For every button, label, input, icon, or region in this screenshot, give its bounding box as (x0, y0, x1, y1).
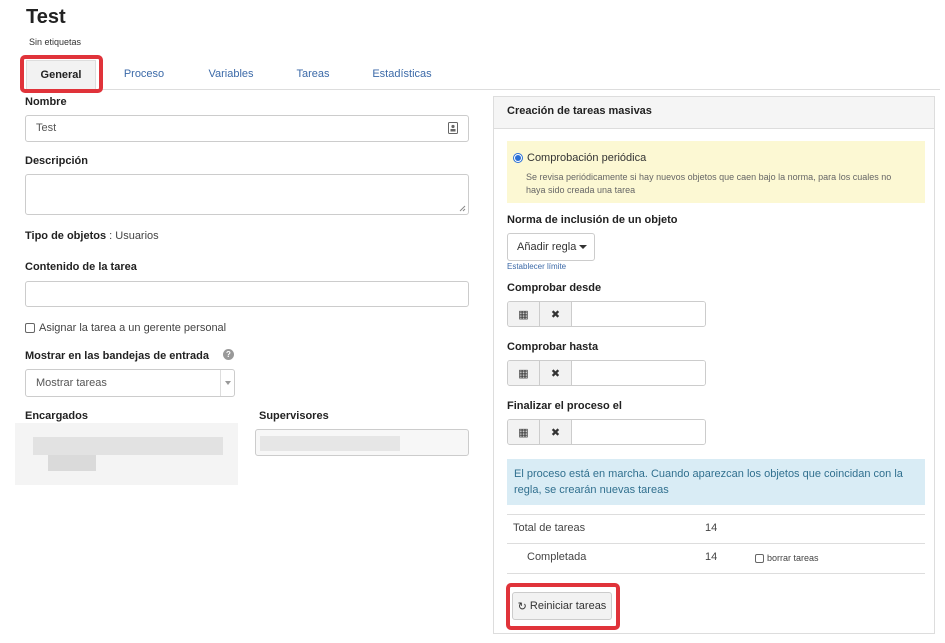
resize-handle-icon[interactable] (459, 205, 466, 212)
tab-variables[interactable]: Variables (198, 60, 264, 90)
delete-tasks-label: borrar tareas (767, 553, 819, 563)
object-type: Tipo de objetos : Usuarios (25, 230, 159, 242)
finish-label: Finalizar el proceso el (507, 400, 622, 412)
total-tasks-label: Total de tareas (513, 522, 586, 534)
caret-down-icon (579, 245, 588, 249)
supervisors-redacted-bar (260, 436, 400, 451)
chevron-down-icon (225, 381, 231, 385)
contact-card-icon (448, 122, 458, 134)
check-from-input[interactable] (572, 302, 705, 326)
description-value (26, 175, 468, 191)
calendar-icon[interactable]: ▦ (508, 420, 540, 444)
inbox-select[interactable]: Mostrar tareas (25, 369, 235, 397)
task-content-value (26, 282, 468, 298)
object-type-label: Tipo de objetos (25, 230, 107, 242)
help-icon[interactable]: ? (223, 349, 234, 360)
total-tasks-value: 14 (705, 522, 718, 534)
tab-bar: General Proceso Variables Tareas Estadís… (20, 56, 940, 90)
tab-estadisticas[interactable]: Estadísticas (364, 60, 440, 90)
name-input[interactable]: Test (25, 115, 469, 142)
calendar-icon[interactable]: ▦ (508, 302, 540, 326)
stats-divider-top (507, 514, 925, 515)
object-type-value: : Usuarios (109, 230, 159, 242)
inclusion-label: Norma de inclusión de un objeto (507, 214, 678, 226)
task-content-input[interactable] (25, 281, 469, 307)
inbox-select-value: Mostrar tareas (36, 377, 107, 389)
name-label: Nombre (25, 96, 67, 108)
add-rule-button[interactable]: Añadir regla (507, 233, 595, 261)
description-textarea[interactable] (25, 174, 469, 215)
check-to-label: Comprobar hasta (507, 341, 599, 353)
clear-date-icon[interactable]: ✖ (540, 420, 572, 444)
assign-manager-label: Asignar la tarea a un gerente personal (39, 322, 227, 334)
assignees-redacted-bar (33, 437, 223, 455)
inbox-label: Mostrar en las bandejas de entrada (25, 350, 210, 362)
page-title: Test (26, 6, 66, 28)
assignees-label: Encargados (25, 410, 88, 422)
tab-general-highlight (20, 55, 103, 93)
set-limit-link[interactable]: Establecer límite (507, 262, 566, 271)
tab-proceso[interactable]: Proceso (112, 60, 176, 90)
tab-tareas[interactable]: Tareas (286, 60, 340, 90)
status-info-line1: El proceso está en marcha. Cuando aparez… (514, 468, 903, 480)
periodic-description: Se revisa periódicamente si hay nuevos o… (526, 171, 891, 197)
periodic-check-row: Comprobación periódica (513, 152, 646, 164)
periodic-desc-line1: Se revisa periódicamente si hay nuevos o… (526, 172, 892, 182)
tags-label: Sin etiquetas (29, 37, 82, 47)
check-to-input[interactable] (572, 361, 705, 385)
finish-date: ▦ ✖ (507, 419, 706, 445)
stats-divider-bottom (507, 573, 925, 574)
completed-label: Completada (527, 551, 587, 563)
clear-date-icon[interactable]: ✖ (540, 302, 572, 326)
panel-title: Creación de tareas masivas (507, 105, 652, 117)
assignees-redacted-block (48, 455, 96, 471)
assign-manager-row: Asignar la tarea a un gerente personal (25, 322, 226, 334)
status-info-line2: regla, se crearán nuevas tareas (514, 484, 669, 496)
add-rule-label: Añadir regla (517, 241, 577, 253)
periodic-radio[interactable] (513, 153, 523, 163)
description-label: Descripción (25, 155, 88, 167)
periodic-label: Comprobación periódica (527, 152, 647, 164)
stats-divider-mid (507, 543, 925, 544)
restart-button-highlight (506, 583, 620, 630)
status-info-box: El proceso está en marcha. Cuando aparez… (507, 459, 925, 505)
check-from-label: Comprobar desde (507, 282, 602, 294)
check-to-date: ▦ ✖ (507, 360, 706, 386)
select-arrow-area (220, 370, 234, 396)
name-value: Test (36, 122, 57, 134)
clear-date-icon[interactable]: ✖ (540, 361, 572, 385)
check-from-date: ▦ ✖ (507, 301, 706, 327)
task-content-label: Contenido de la tarea (25, 261, 137, 273)
assign-manager-checkbox[interactable] (25, 323, 35, 333)
completed-value: 14 (705, 551, 718, 563)
delete-tasks-row: borrar tareas (755, 553, 819, 563)
finish-input[interactable] (572, 420, 705, 444)
calendar-icon[interactable]: ▦ (508, 361, 540, 385)
delete-tasks-checkbox[interactable] (755, 553, 764, 563)
supervisors-label: Supervisores (259, 410, 329, 422)
periodic-desc-line2: haya sido creada una tarea (526, 185, 636, 195)
